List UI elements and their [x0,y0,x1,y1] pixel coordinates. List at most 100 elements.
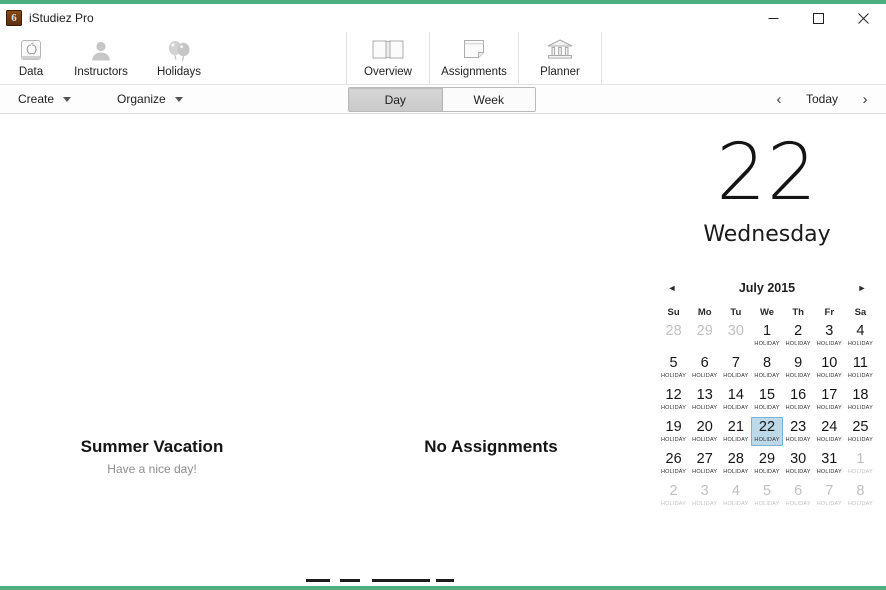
mini-calendar-day-number: 1 [856,451,865,467]
view-toggle-day[interactable]: Day [349,88,443,111]
view-toggle-week[interactable]: Week [442,88,535,111]
mini-calendar-day[interactable]: 5 HOLIDAY [751,481,782,510]
prev-day-button[interactable]: ‹ [766,86,792,112]
mini-calendar-day[interactable]: 12 HOLIDAY [658,385,689,414]
mini-calendar-day[interactable]: 24 HOLIDAY [814,417,845,446]
mini-calendar-day[interactable]: 9 HOLIDAY [783,353,814,382]
mini-calendar-day[interactable]: 8 HOLIDAY [845,481,876,510]
ribbon-group-center: Overview Assignments Planner [349,32,599,84]
mini-calendar-day[interactable]: 7 HOLIDAY [720,353,751,382]
ribbon-button-overview[interactable]: Overview [349,32,427,79]
holiday-subtitle: Have a nice day! [107,462,197,476]
mini-calendar-day[interactable]: 27 HOLIDAY [689,449,720,478]
mini-calendar-day-number: 11 [852,355,868,371]
mini-calendar-day[interactable]: 26 HOLIDAY [658,449,689,478]
mini-calendar-day-number: 8 [762,355,772,371]
weekday-mo: Mo [697,307,712,318]
mini-calendar-day-number: 15 [758,387,776,403]
date-panel: 22 Wednesday ◄ July 2015 ► Su Mo Tu We T… [648,114,886,510]
mini-calendar-day[interactable]: 28 [658,321,689,350]
mini-calendar-day-number: 31 [821,451,838,467]
ribbon-label-assignments: Assignments [441,66,507,78]
mini-calendar-day[interactable]: 13 HOLIDAY [689,385,720,414]
mini-calendar-day[interactable]: 28 HOLIDAY [720,449,751,478]
mini-calendar-day-number: 5 [669,355,678,371]
mini-calendar-day[interactable]: 3 HOLIDAY [689,481,720,510]
prev-month-button[interactable]: ◄ [664,280,680,296]
mini-calendar-day[interactable]: 25 HOLIDAY [845,417,876,446]
mini-calendar-day-selected[interactable]: 22 HOLIDAY [751,417,783,446]
istudiez-app-icon: 6 [6,10,22,26]
mini-calendar-holiday-label: HOLIDAY [785,373,811,379]
ribbon-button-instructors[interactable]: Instructors [62,32,140,79]
mini-calendar-day[interactable]: 6 HOLIDAY [689,353,720,382]
maximize-button[interactable] [796,4,841,32]
mini-calendar-holiday-label: HOLIDAY [785,405,811,411]
mini-calendar-day[interactable]: 2 HOLIDAY [783,321,814,350]
weekday-th: Th [792,307,804,318]
mini-calendar-day[interactable]: 21 HOLIDAY [720,417,751,446]
mini-calendar-day[interactable]: 30 HOLIDAY [783,449,814,478]
mini-calendar-holiday-label: HOLIDAY [692,469,718,475]
mini-calendar-day[interactable]: 18 HOLIDAY [845,385,876,414]
ribbon-button-holidays[interactable]: Holidays [140,32,218,79]
bank-columns-icon [545,36,575,64]
mini-calendar-day[interactable]: 10 HOLIDAY [814,353,845,382]
mini-calendar-day[interactable]: 1 HOLIDAY [751,321,782,350]
mini-calendar-week-row: 12 HOLIDAY 13 HOLIDAY 14 HOLIDAY 15 HOLIDAY 16 HO… [658,385,876,414]
ribbon-button-planner[interactable]: Planner [521,32,599,79]
next-month-button[interactable]: ► [854,280,870,296]
mini-calendar-day[interactable]: 7 HOLIDAY [814,481,845,510]
organize-menu-button[interactable]: Organize [107,86,193,112]
create-menu-button[interactable]: Create [8,86,81,112]
mini-calendar-day-number: 3 [825,323,834,339]
next-day-button[interactable]: › [852,86,878,112]
mini-calendar-holiday-label: HOLIDAY [692,373,718,379]
mini-calendar-day-number: 6 [700,355,709,371]
mini-calendar-day[interactable]: 29 [689,321,720,350]
close-button[interactable] [841,4,886,32]
mini-calendar-day[interactable]: 4 HOLIDAY [845,321,876,350]
ribbon-button-data[interactable]: Data [0,32,62,79]
today-button[interactable]: Today [794,86,850,112]
holiday-title: Summer Vacation [80,437,224,456]
mini-calendar-day[interactable]: 14 HOLIDAY [720,385,751,414]
mini-calendar-day[interactable]: 2 HOLIDAY [658,481,689,510]
title-bar-left: 6 iStudiez Pro [0,10,94,26]
mini-calendar-day[interactable]: 11 HOLIDAY [845,353,876,382]
mini-calendar-day[interactable]: 17 HOLIDAY [814,385,845,414]
mini-calendar-day[interactable]: 16 HOLIDAY [783,385,814,414]
mini-calendar-day[interactable]: 5 HOLIDAY [658,353,689,382]
date-navigation: ‹ Today › [766,85,878,113]
mini-calendar-day[interactable]: 8 HOLIDAY [751,353,782,382]
mini-calendar-day-number: 25 [852,419,869,435]
mini-calendar-day-number: 18 [852,387,869,403]
mini-calendar-holiday-label: HOLIDAY [661,437,687,443]
organize-menu-label: Organize [117,92,166,106]
mini-calendar-day-number: 1 [762,323,772,339]
minimize-button[interactable] [751,4,796,32]
mini-calendar-day[interactable]: 31 HOLIDAY [814,449,845,478]
mini-calendar-holiday-label: HOLIDAY [847,341,873,347]
weekday-fr: Fr [824,307,835,318]
mini-calendar-holiday-label: HOLIDAY [754,405,780,411]
mini-calendar-holiday-label: HOLIDAY [847,373,873,379]
mini-calendar-day[interactable]: 4 HOLIDAY [720,481,751,510]
mini-calendar-day-number: 4 [856,323,865,339]
mini-calendar-day-number: 29 [696,323,713,339]
mini-calendar-day[interactable]: 3 HOLIDAY [814,321,845,350]
mini-calendar-holiday-label: HOLIDAY [754,469,780,475]
view-toggle[interactable]: Day Week [348,87,536,112]
mini-calendar-day[interactable]: 29 HOLIDAY [751,449,782,478]
chevron-down-icon [63,96,72,102]
mini-calendar-day[interactable]: 20 HOLIDAY [689,417,720,446]
mini-calendar-day[interactable]: 19 HOLIDAY [658,417,689,446]
mini-calendar-day[interactable]: 30 [720,321,751,350]
ribbon-button-assignments[interactable]: Assignments [432,32,516,79]
selected-day-number: 22 [716,128,818,218]
mini-calendar-day[interactable]: 1 HOLIDAY [845,449,876,478]
mini-calendar-day[interactable]: 23 HOLIDAY [783,417,814,446]
mini-calendar-day[interactable]: 6 HOLIDAY [783,481,814,510]
mini-calendar-week-row: 5 HOLIDAY 6 HOLIDAY 7 HOLIDAY 8 HOLIDAY 9 HOLIDAY… [658,353,876,382]
mini-calendar-day[interactable]: 15 HOLIDAY [751,385,782,414]
